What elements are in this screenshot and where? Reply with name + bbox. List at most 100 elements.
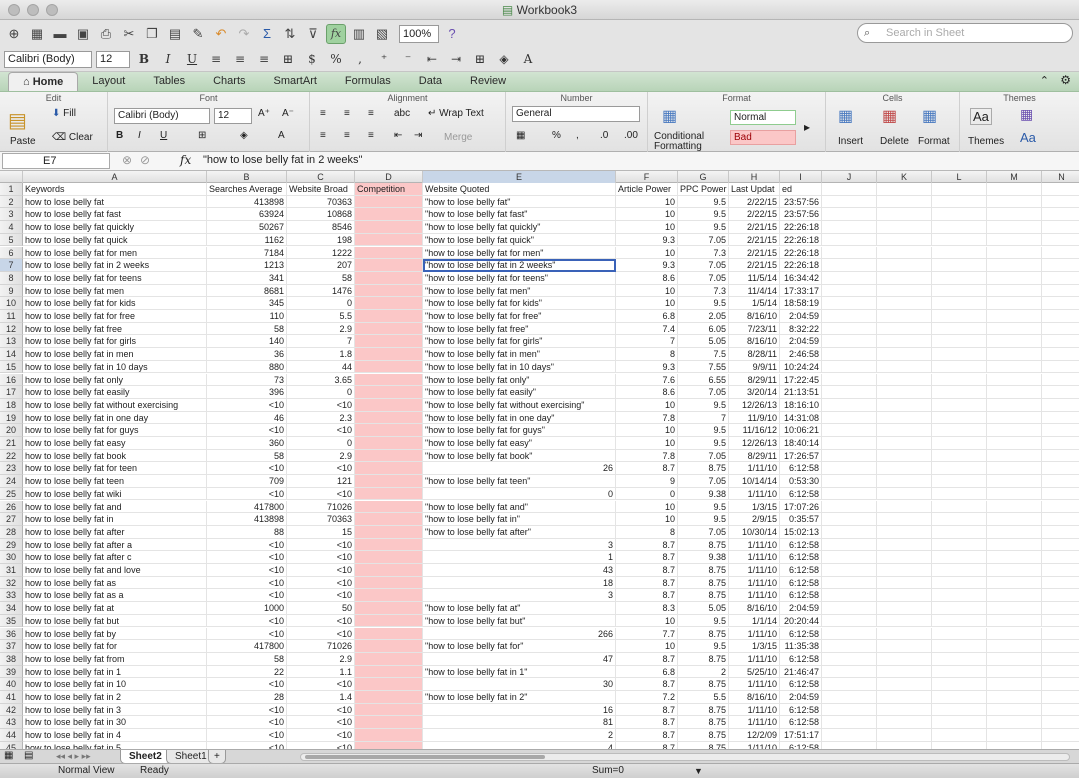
cell-b33[interactable]: <10 — [207, 589, 287, 603]
cell-b28[interactable]: 88 — [207, 525, 287, 539]
cell-i23[interactable]: 6:12:58 — [780, 462, 822, 476]
cell-l3[interactable] — [932, 208, 987, 222]
cell-c43[interactable]: <10 — [287, 716, 355, 730]
cell-n2[interactable] — [1042, 196, 1079, 209]
cell-e33[interactable]: 3 — [423, 589, 616, 603]
cell-f20[interactable]: 10 — [616, 424, 678, 437]
row-header[interactable]: 21 — [0, 437, 23, 450]
cell-k43[interactable] — [877, 716, 932, 730]
cell-e29[interactable]: 3 — [423, 538, 616, 552]
cell-c38[interactable]: 2.9 — [287, 652, 355, 666]
cell-m24[interactable] — [987, 475, 1042, 488]
row-header[interactable]: 24 — [0, 475, 23, 488]
cell-n28[interactable] — [1042, 526, 1079, 539]
cell-b38[interactable]: 58 — [207, 652, 287, 666]
cell-k41[interactable] — [877, 691, 932, 704]
cell-e16[interactable]: "how to lose belly fat only" — [423, 373, 616, 387]
cell-n31[interactable] — [1042, 564, 1079, 577]
cell-j3[interactable] — [822, 208, 877, 222]
cell-k21[interactable] — [877, 437, 932, 450]
cell-a10[interactable]: how to lose belly fat for kids — [23, 297, 207, 310]
cell-g16[interactable]: 6.55 — [678, 373, 729, 387]
cell-m43[interactable] — [987, 716, 1042, 730]
cell-f17[interactable]: 8.6 — [616, 386, 678, 399]
cell-m35[interactable] — [987, 614, 1042, 628]
cell-m27[interactable] — [987, 513, 1042, 526]
cell-j45[interactable] — [822, 741, 877, 749]
cell-m6[interactable] — [987, 246, 1042, 260]
cell-l31[interactable] — [932, 564, 987, 577]
cell-l41[interactable] — [932, 691, 987, 704]
cell-i7[interactable]: 22:26:18 — [780, 259, 822, 272]
cell-j6[interactable] — [822, 246, 877, 260]
cell-h18[interactable]: 12/26/13 — [729, 398, 780, 412]
align-middle-icon[interactable]: ≡ — [344, 108, 350, 119]
cell-i40[interactable]: 6:12:58 — [780, 678, 822, 691]
themes-button[interactable]: Themes — [968, 136, 1004, 147]
cell-h27[interactable]: 2/9/15 — [729, 513, 780, 526]
cell-l40[interactable] — [932, 678, 987, 691]
paste-icon[interactable]: ▤ — [165, 24, 185, 44]
cell-c28[interactable]: 15 — [287, 525, 355, 539]
cell-k42[interactable] — [877, 703, 932, 717]
row-header[interactable]: 39 — [0, 665, 23, 679]
cell-h21[interactable]: 12/26/13 — [729, 437, 780, 450]
cell-b10[interactable]: 345 — [207, 297, 287, 310]
cell-g22[interactable]: 7.05 — [678, 449, 729, 463]
cell-c45[interactable]: <10 — [287, 741, 355, 749]
cell-a23[interactable]: how to lose belly fat for teen — [23, 462, 207, 476]
cell-a31[interactable]: how to lose belly fat and love — [23, 564, 207, 577]
sum-dropdown-icon[interactable]: ▼ — [694, 764, 703, 778]
cell-n19[interactable] — [1042, 412, 1079, 425]
cell-m15[interactable] — [987, 360, 1042, 374]
cell-h8[interactable]: 11/5/14 — [729, 271, 780, 285]
merge-button[interactable]: Merge — [444, 132, 472, 143]
indent-icon[interactable]: ⇤ — [422, 52, 442, 66]
cell-a43[interactable]: how to lose belly fat in 30 — [23, 716, 207, 730]
cell-m41[interactable] — [987, 691, 1042, 704]
tab-formulas[interactable]: Formulas — [331, 72, 405, 91]
cell-a40[interactable]: how to lose belly fat in 10 — [23, 678, 207, 691]
cell-d5[interactable] — [355, 233, 423, 247]
cell-e44[interactable]: 2 — [423, 729, 616, 742]
cell-l45[interactable] — [932, 741, 987, 749]
cell-f10[interactable]: 10 — [616, 297, 678, 310]
cell-e41[interactable]: "how to lose belly fat in 2" — [423, 691, 616, 704]
cell-e45[interactable]: 4 — [423, 741, 616, 749]
cell-f22[interactable]: 7.8 — [616, 449, 678, 463]
cell-m34[interactable] — [987, 602, 1042, 615]
cell-i4[interactable]: 22:26:18 — [780, 221, 822, 234]
cell-a8[interactable]: how to lose belly fat for teens — [23, 271, 207, 285]
cell-i10[interactable]: 18:58:19 — [780, 297, 822, 310]
cell-k22[interactable] — [877, 449, 932, 463]
cell-i28[interactable]: 15:02:13 — [780, 525, 822, 539]
format-painter-icon[interactable]: ✎ — [188, 24, 208, 44]
row-header[interactable]: 9 — [0, 284, 23, 298]
cell-c31[interactable]: <10 — [287, 564, 355, 577]
cell-l43[interactable] — [932, 716, 987, 730]
cell-k35[interactable] — [877, 614, 932, 628]
cell-e42[interactable]: 16 — [423, 703, 616, 717]
cell-d30[interactable] — [355, 551, 423, 564]
cell-k37[interactable] — [877, 640, 932, 653]
page-layout-view-icon[interactable]: ▤ — [24, 750, 33, 761]
cell-n35[interactable] — [1042, 615, 1079, 628]
cell-d18[interactable] — [355, 398, 423, 412]
cell-a37[interactable]: how to lose belly fat for — [23, 640, 207, 653]
cell-f42[interactable]: 8.7 — [616, 703, 678, 717]
cell-l20[interactable] — [932, 424, 987, 437]
cell-h39[interactable]: 5/25/10 — [729, 665, 780, 679]
cell-d40[interactable] — [355, 678, 423, 691]
ribbon-increase-decimal-icon[interactable]: .0 — [600, 130, 608, 141]
cell-m25[interactable] — [987, 487, 1042, 501]
cell-d1[interactable]: Competition — [355, 183, 423, 196]
cell-m20[interactable] — [987, 424, 1042, 437]
cell-l32[interactable] — [932, 576, 987, 590]
column-header-m[interactable]: M — [987, 171, 1042, 183]
cell-g14[interactable]: 7.5 — [678, 348, 729, 361]
cell-h42[interactable]: 1/11/10 — [729, 703, 780, 717]
close-window-button[interactable] — [8, 4, 20, 16]
cell-b16[interactable]: 73 — [207, 373, 287, 387]
cell-e30[interactable]: 1 — [423, 551, 616, 564]
align-center-icon[interactable]: ≡ — [230, 52, 250, 66]
